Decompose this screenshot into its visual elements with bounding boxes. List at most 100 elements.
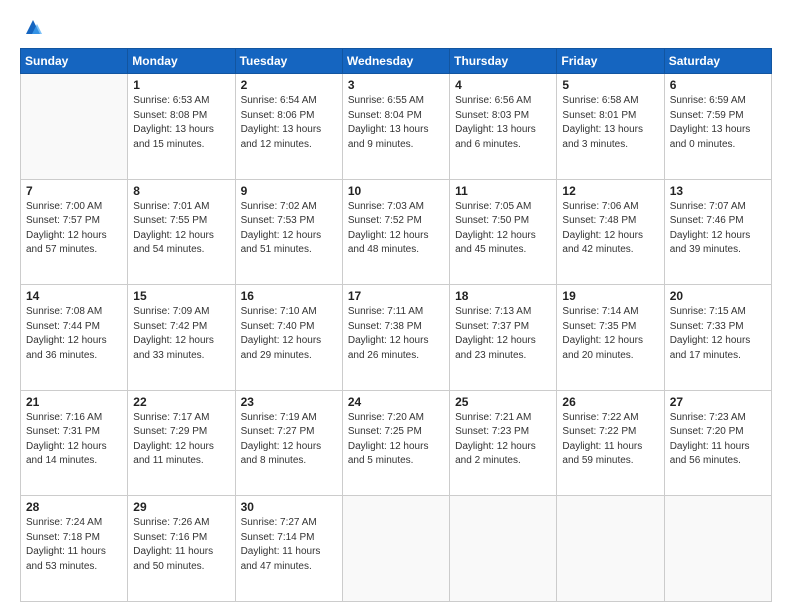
day-number: 18 (455, 289, 551, 303)
calendar-cell: 6 Sunrise: 6:59 AM Sunset: 7:59 PM Daylig… (664, 74, 771, 180)
calendar-cell: 14 Sunrise: 7:08 AM Sunset: 7:44 PM Dayli… (21, 285, 128, 391)
day-number: 16 (241, 289, 337, 303)
calendar-cell: 7 Sunrise: 7:00 AM Sunset: 7:57 PM Daylig… (21, 179, 128, 285)
header-wednesday: Wednesday (342, 49, 449, 74)
calendar-cell (664, 496, 771, 602)
calendar-cell: 21 Sunrise: 7:16 AM Sunset: 7:31 PM Dayli… (21, 390, 128, 496)
day-info: Sunrise: 7:21 AM Sunset: 7:23 PM Dayligh… (455, 411, 551, 469)
calendar-cell: 12 Sunrise: 7:06 AM Sunset: 7:48 PM Dayli… (557, 179, 664, 285)
calendar-cell: 10Sunrise: 7:03 AM Sunset: 7:52 PM Dayli… (342, 179, 449, 285)
day-info: Sunrise: 7:13 AM Sunset: 7:37 PM Dayligh… (455, 305, 551, 363)
calendar-cell: 1 Sunrise: 6:53 AM Sunset: 8:08 PM Daylig… (128, 74, 235, 180)
calendar-cell: 4Sunrise: 6:56 AM Sunset: 8:03 PM Daylig… (450, 74, 557, 180)
header-sunday: Sunday (21, 49, 128, 74)
calendar-cell: 28 Sunrise: 7:24 AM Sunset: 7:18 PM Dayli… (21, 496, 128, 602)
day-info: Sunrise: 7:11 AM Sunset: 7:38 PM Dayligh… (348, 305, 444, 363)
calendar-cell: 23 Sunrise: 7:19 AM Sunset: 7:27 PM Dayli… (235, 390, 342, 496)
day-number: 19 (562, 289, 658, 303)
day-number: 1 (133, 78, 229, 92)
day-info: Sunrise: 7:19 AM Sunset: 7:27 PM Dayligh… (241, 411, 337, 469)
day-number: 17 (348, 289, 444, 303)
calendar-cell: 8Sunrise: 7:01 AM Sunset: 7:55 PM Daylig… (128, 179, 235, 285)
day-info: Sunrise: 6:53 AM Sunset: 8:08 PM Dayligh… (133, 94, 229, 152)
calendar-cell: 9 Sunrise: 7:02 AM Sunset: 7:53 PM Daylig… (235, 179, 342, 285)
calendar-cell (557, 496, 664, 602)
day-info: Sunrise: 7:10 AM Sunset: 7:40 PM Dayligh… (241, 305, 337, 363)
day-info: Sunrise: 7:24 AM Sunset: 7:18 PM Dayligh… (26, 516, 122, 574)
calendar-header-row: Sunday Monday Tuesday Wednesday Thursday… (21, 49, 772, 74)
day-number: 7 (26, 184, 122, 198)
calendar-cell (21, 74, 128, 180)
day-number: 20 (670, 289, 766, 303)
day-info: Sunrise: 6:56 AM Sunset: 8:03 PM Dayligh… (455, 94, 551, 152)
calendar-cell: 17 Sunrise: 7:11 AM Sunset: 7:38 PM Dayli… (342, 285, 449, 391)
day-info: Sunrise: 7:02 AM Sunset: 7:53 PM Dayligh… (241, 200, 337, 258)
day-info: Sunrise: 7:26 AM Sunset: 7:16 PM Dayligh… (133, 516, 229, 574)
day-number: 3 (348, 78, 444, 92)
calendar-cell: 22 Sunrise: 7:17 AM Sunset: 7:29 PM Dayli… (128, 390, 235, 496)
day-info: Sunrise: 7:09 AM Sunset: 7:42 PM Dayligh… (133, 305, 229, 363)
day-number: 14 (26, 289, 122, 303)
day-info: Sunrise: 6:59 AM Sunset: 7:59 PM Dayligh… (670, 94, 766, 152)
day-info: Sunrise: 6:55 AM Sunset: 8:04 PM Dayligh… (348, 94, 444, 152)
day-info: Sunrise: 6:58 AM Sunset: 8:01 PM Dayligh… (562, 94, 658, 152)
day-number: 13 (670, 184, 766, 198)
calendar-cell: 27 Sunrise: 7:23 AM Sunset: 7:20 PM Dayli… (664, 390, 771, 496)
calendar-cell: 18 Sunrise: 7:13 AM Sunset: 7:37 PM Dayli… (450, 285, 557, 391)
day-info: Sunrise: 7:01 AM Sunset: 7:55 PM Dayligh… (133, 200, 229, 258)
calendar-cell: 19 Sunrise: 7:14 AM Sunset: 7:35 PM Dayli… (557, 285, 664, 391)
calendar-cell: 3 Sunrise: 6:55 AM Sunset: 8:04 PM Daylig… (342, 74, 449, 180)
calendar-cell: 13 Sunrise: 7:07 AM Sunset: 7:46 PM Dayli… (664, 179, 771, 285)
logo-icon (22, 16, 44, 38)
day-number: 6 (670, 78, 766, 92)
day-info: Sunrise: 7:07 AM Sunset: 7:46 PM Dayligh… (670, 200, 766, 258)
page: Sunday Monday Tuesday Wednesday Thursday… (0, 0, 792, 612)
calendar-cell: 25 Sunrise: 7:21 AM Sunset: 7:23 PM Dayli… (450, 390, 557, 496)
day-number: 5 (562, 78, 658, 92)
day-number: 15 (133, 289, 229, 303)
calendar-cell: 2 Sunrise: 6:54 AM Sunset: 8:06 PM Daylig… (235, 74, 342, 180)
calendar-cell (450, 496, 557, 602)
day-info: Sunrise: 7:08 AM Sunset: 7:44 PM Dayligh… (26, 305, 122, 363)
calendar-cell: 5 Sunrise: 6:58 AM Sunset: 8:01 PM Daylig… (557, 74, 664, 180)
day-info: Sunrise: 7:05 AM Sunset: 7:50 PM Dayligh… (455, 200, 551, 258)
header-friday: Friday (557, 49, 664, 74)
day-info: Sunrise: 7:20 AM Sunset: 7:25 PM Dayligh… (348, 411, 444, 469)
calendar-cell: 29Sunrise: 7:26 AM Sunset: 7:16 PM Dayli… (128, 496, 235, 602)
calendar-table: Sunday Monday Tuesday Wednesday Thursday… (20, 48, 772, 602)
calendar-cell: 15 Sunrise: 7:09 AM Sunset: 7:42 PM Dayli… (128, 285, 235, 391)
day-number: 30 (241, 500, 337, 514)
calendar-cell: 20 Sunrise: 7:15 AM Sunset: 7:33 PM Dayli… (664, 285, 771, 391)
day-number: 11 (455, 184, 551, 198)
day-info: Sunrise: 6:54 AM Sunset: 8:06 PM Dayligh… (241, 94, 337, 152)
header-monday: Monday (128, 49, 235, 74)
calendar-cell: 16 Sunrise: 7:10 AM Sunset: 7:40 PM Dayli… (235, 285, 342, 391)
header-thursday: Thursday (450, 49, 557, 74)
header-saturday: Saturday (664, 49, 771, 74)
day-info: Sunrise: 7:17 AM Sunset: 7:29 PM Dayligh… (133, 411, 229, 469)
day-number: 25 (455, 395, 551, 409)
calendar-cell: 26 Sunrise: 7:22 AM Sunset: 7:22 PM Dayli… (557, 390, 664, 496)
day-info: Sunrise: 7:27 AM Sunset: 7:14 PM Dayligh… (241, 516, 337, 574)
day-info: Sunrise: 7:14 AM Sunset: 7:35 PM Dayligh… (562, 305, 658, 363)
day-number: 23 (241, 395, 337, 409)
day-number: 27 (670, 395, 766, 409)
day-number: 9 (241, 184, 337, 198)
day-number: 28 (26, 500, 122, 514)
day-number: 21 (26, 395, 122, 409)
day-number: 26 (562, 395, 658, 409)
day-info: Sunrise: 7:00 AM Sunset: 7:57 PM Dayligh… (26, 200, 122, 258)
calendar-cell (342, 496, 449, 602)
day-info: Sunrise: 7:16 AM Sunset: 7:31 PM Dayligh… (26, 411, 122, 469)
day-info: Sunrise: 7:06 AM Sunset: 7:48 PM Dayligh… (562, 200, 658, 258)
day-number: 12 (562, 184, 658, 198)
day-info: Sunrise: 7:03 AM Sunset: 7:52 PM Dayligh… (348, 200, 444, 258)
day-number: 24 (348, 395, 444, 409)
day-info: Sunrise: 7:15 AM Sunset: 7:33 PM Dayligh… (670, 305, 766, 363)
day-number: 2 (241, 78, 337, 92)
header-tuesday: Tuesday (235, 49, 342, 74)
calendar-cell: 30 Sunrise: 7:27 AM Sunset: 7:14 PM Dayli… (235, 496, 342, 602)
day-info: Sunrise: 7:22 AM Sunset: 7:22 PM Dayligh… (562, 411, 658, 469)
day-number: 22 (133, 395, 229, 409)
day-info: Sunrise: 7:23 AM Sunset: 7:20 PM Dayligh… (670, 411, 766, 469)
